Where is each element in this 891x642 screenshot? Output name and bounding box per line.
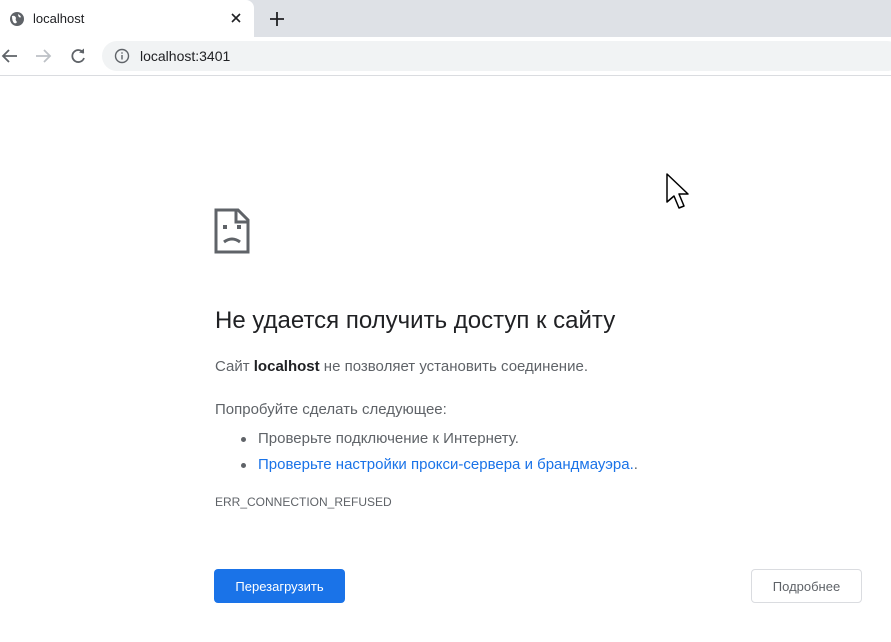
proxy-settings-link[interactable]: Проверьте настройки прокси-сервера и бра… <box>258 456 634 473</box>
arrow-left-icon[interactable] <box>0 46 20 66</box>
list-item: Проверьте настройки прокси-сервера и бра… <box>241 452 638 478</box>
page-title: Не удается получить доступ к сайту <box>215 307 616 334</box>
summary-suffix: не позволяет установить соединение. <box>319 358 588 375</box>
error-code: ERR_CONNECTION_REFUSED <box>215 495 392 509</box>
reload-button[interactable]: Перезагрузить <box>214 569 345 603</box>
tab-localhost[interactable]: localhost <box>0 0 254 37</box>
sad-page-icon <box>214 208 250 254</box>
reload-icon[interactable] <box>68 46 88 66</box>
summary-host: localhost <box>253 358 320 375</box>
bullet <box>241 463 246 468</box>
bullet <box>241 437 246 442</box>
plus-icon[interactable] <box>266 8 288 30</box>
list-item: Проверьте подключение к Интернету. <box>241 426 638 452</box>
tab-title: localhost <box>33 11 85 26</box>
tab-strip: localhost <box>0 0 891 37</box>
mouse-cursor-icon <box>666 173 689 209</box>
suggestions-title: Попробуйте сделать следующее: <box>215 401 447 418</box>
suggestion-trailing: . <box>633 456 638 473</box>
suggestion-text: Проверьте подключение к Интернету. <box>258 430 519 447</box>
summary-prefix: Сайт <box>215 358 254 375</box>
details-button[interactable]: Подробнее <box>751 569 862 603</box>
suggestions-list: Проверьте подключение к Интернету. Прове… <box>241 426 638 478</box>
arrow-right-icon[interactable] <box>33 46 53 66</box>
error-summary: Сайт localhost не позволяет установить с… <box>215 358 588 375</box>
url-text: localhost:3401 <box>140 48 231 64</box>
globe-icon <box>10 12 24 26</box>
close-icon[interactable] <box>227 9 245 27</box>
omnibox[interactable]: localhost:3401 <box>102 41 891 71</box>
toolbar: localhost:3401 <box>0 37 891 76</box>
info-icon[interactable] <box>114 48 130 64</box>
